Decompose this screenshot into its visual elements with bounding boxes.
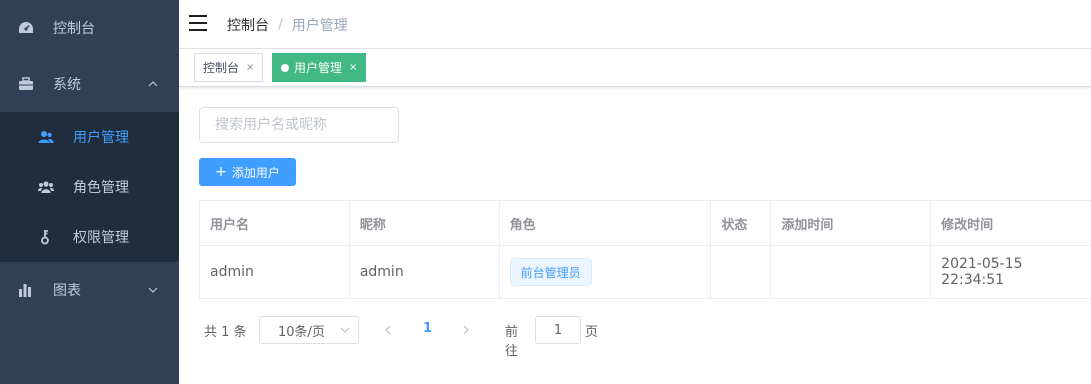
page-size-select[interactable]: 10条/页 bbox=[259, 316, 359, 344]
briefcase-icon bbox=[18, 76, 34, 92]
prev-page-icon[interactable] bbox=[381, 320, 395, 340]
add-user-button[interactable]: + 添加用户 bbox=[199, 158, 296, 186]
column-header-created: 添加时间 bbox=[771, 201, 932, 245]
page-size-value: 10条/页 bbox=[278, 324, 325, 340]
sidebar-item-role-management-label: 角色管理 bbox=[73, 180, 129, 196]
active-dot-icon bbox=[281, 63, 289, 72]
breadcrumb-separator: / bbox=[278, 17, 283, 33]
cell-modified: 2021-05-15 22:34:51 bbox=[941, 256, 1023, 288]
cell-created bbox=[771, 246, 932, 298]
dashboard-icon bbox=[18, 20, 34, 36]
user-table: 用户名 昵称 角色 状态 添加时间 修改时间 admin admin 前台管理员… bbox=[199, 200, 1091, 299]
column-header-status: 状态 bbox=[711, 201, 772, 245]
menu-item-system[interactable]: 系统 bbox=[0, 56, 179, 112]
sidebar-item-user-management[interactable]: 用户管理 bbox=[0, 112, 179, 162]
cell-role: 前台管理员 bbox=[500, 246, 712, 298]
menu-item-charts-label: 图表 bbox=[53, 283, 81, 299]
tag-dashboard[interactable]: 控制台 × bbox=[194, 53, 264, 82]
close-icon[interactable]: × bbox=[246, 62, 254, 73]
navbar: 控制台 / 用户管理 bbox=[179, 0, 1091, 49]
menu-item-charts[interactable]: 图表 bbox=[0, 262, 179, 318]
users-icon bbox=[38, 129, 54, 145]
breadcrumb-home[interactable]: 控制台 bbox=[227, 15, 269, 35]
chevron-down-icon bbox=[340, 327, 350, 333]
tag-dashboard-label: 控制台 bbox=[203, 61, 240, 75]
chevron-up-icon bbox=[148, 81, 158, 87]
sidebar-item-permission-management-label: 权限管理 bbox=[73, 230, 129, 246]
table-header-row: 用户名 昵称 角色 状态 添加时间 修改时间 bbox=[200, 201, 1091, 246]
role-tag: 前台管理员 bbox=[509, 258, 592, 286]
bar-chart-icon bbox=[18, 282, 34, 298]
tag-user-management[interactable]: 用户管理 × bbox=[272, 53, 367, 82]
search-input[interactable] bbox=[199, 107, 399, 143]
add-user-button-label: 添加用户 bbox=[231, 165, 280, 180]
sidebar-item-user-management-label: 用户管理 bbox=[73, 130, 129, 146]
sidebar-item-permission-management[interactable]: 权限管理 bbox=[0, 212, 179, 262]
tags-view: 控制台 × 用户管理 × bbox=[179, 49, 1091, 87]
key-icon bbox=[38, 229, 54, 245]
hamburger-menu-icon[interactable] bbox=[189, 15, 207, 31]
page-number[interactable]: 1 bbox=[423, 321, 432, 336]
page-suffix-label: 页 bbox=[585, 325, 599, 340]
system-submenu: 用户管理 角色管理 权限管理 bbox=[0, 112, 179, 262]
menu-item-dashboard[interactable]: 控制台 bbox=[0, 0, 179, 56]
cell-nickname: admin bbox=[350, 246, 500, 298]
goto-page-input[interactable] bbox=[535, 316, 581, 344]
menu-item-system-label: 系统 bbox=[53, 77, 81, 93]
column-header-modified: 修改时间 bbox=[941, 217, 994, 233]
column-header-nickname: 昵称 bbox=[350, 201, 500, 245]
column-header-username: 用户名 bbox=[200, 201, 350, 245]
menu-item-dashboard-label: 控制台 bbox=[53, 21, 95, 37]
plus-icon: + bbox=[215, 164, 227, 180]
cell-username: admin bbox=[200, 246, 350, 298]
breadcrumb: 控制台 / 用户管理 bbox=[227, 15, 348, 35]
chevron-down-icon bbox=[148, 287, 158, 293]
sidebar: 控制台 系统 用户管理 角色管理 权限管理 图表 bbox=[0, 0, 179, 384]
next-page-icon[interactable] bbox=[459, 320, 473, 340]
team-icon bbox=[38, 179, 54, 195]
table-row: admin admin 前台管理员 2021-05-15 22:34:51 bbox=[200, 246, 1091, 299]
goto-label: 前往 bbox=[505, 325, 519, 359]
tag-user-management-label: 用户管理 bbox=[294, 61, 343, 75]
cell-status bbox=[711, 246, 772, 298]
breadcrumb-current: 用户管理 bbox=[291, 18, 348, 34]
pagination-total: 共 1 条 bbox=[204, 325, 247, 340]
close-icon[interactable]: × bbox=[349, 62, 357, 73]
column-header-role: 角色 bbox=[500, 201, 712, 245]
sidebar-item-role-management[interactable]: 角色管理 bbox=[0, 162, 179, 212]
